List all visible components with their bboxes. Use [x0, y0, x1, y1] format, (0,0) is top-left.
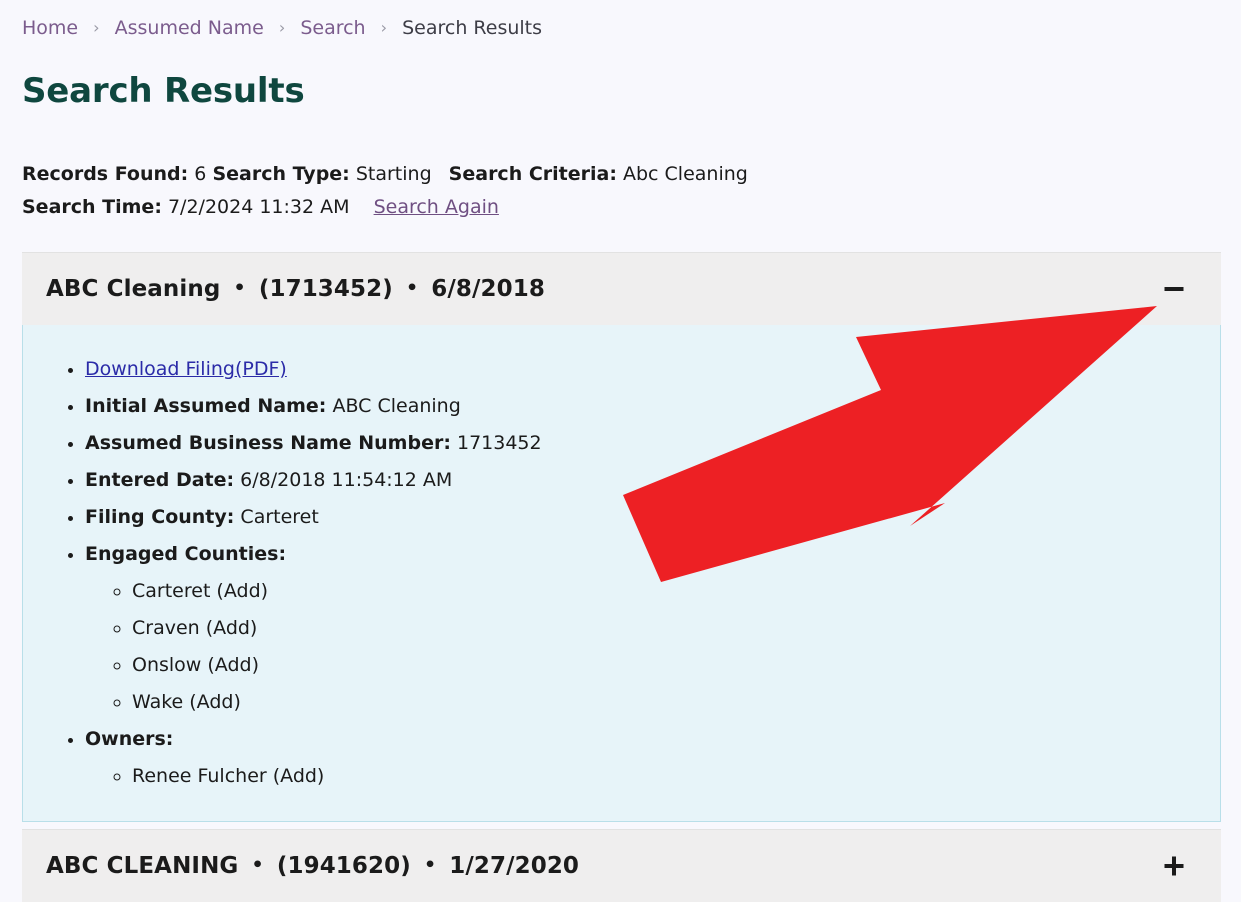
breadcrumb-item-home[interactable]: Home: [22, 17, 78, 39]
owners-list: Renee Fulcher (Add): [85, 758, 1200, 795]
result-date: 1/27/2020: [449, 853, 580, 879]
breadcrumb-item-assumed-name[interactable]: Assumed Name: [115, 17, 264, 39]
engaged-county-item[interactable]: Onslow (Add): [132, 647, 1200, 684]
search-criteria-value: Abc Cleaning: [622, 163, 748, 185]
breadcrumb: Home › Assumed Name › Search › Search Re…: [22, 15, 542, 42]
assumed-business-name-number-value: 1713452: [456, 432, 542, 454]
result-title-bullet: •: [405, 277, 419, 299]
result-date: 6/8/2018: [431, 276, 545, 302]
filing-county-value: Carteret: [240, 506, 319, 528]
detail-entered-date: Entered Date: 6/8/2018 11:54:12 AM: [85, 462, 1200, 499]
search-criteria-label: Search Criteria:: [448, 163, 617, 185]
detail-engaged-counties: Engaged Counties: Carteret (Add) Craven …: [85, 536, 1200, 721]
entered-date-value: 6/8/2018 11:54:12 AM: [240, 469, 453, 491]
result-name: ABC Cleaning: [46, 276, 221, 302]
engaged-county-item[interactable]: Craven (Add): [132, 610, 1200, 647]
search-summary-line-1: Records Found: 6 Search Type: Starting S…: [22, 158, 748, 191]
owner-item[interactable]: Renee Fulcher (Add): [132, 758, 1200, 795]
search-summary: Records Found: 6 Search Type: Starting S…: [22, 158, 748, 224]
result-item: ABC Cleaning • (1713452) • 6/8/2018 Down…: [22, 252, 1221, 822]
initial-assumed-name-label: Initial Assumed Name:: [85, 395, 327, 417]
filing-county-label: Filing County:: [85, 506, 235, 528]
search-again-link[interactable]: Search Again: [374, 196, 499, 218]
breadcrumb-item-search[interactable]: Search: [300, 17, 365, 39]
detail-download-filing: Download Filing(PDF): [85, 351, 1200, 388]
search-type-label: Search Type:: [212, 163, 350, 185]
search-results-accordion: ABC Cleaning • (1713452) • 6/8/2018 Down…: [22, 252, 1221, 902]
minus-icon[interactable]: [1157, 272, 1191, 306]
entered-date-label: Entered Date:: [85, 469, 235, 491]
breadcrumb-item-search-results: Search Results: [402, 17, 543, 39]
result-header-abc-cleaning-1713452[interactable]: ABC Cleaning • (1713452) • 6/8/2018: [22, 252, 1221, 325]
search-type-value: Starting: [355, 163, 432, 185]
result-details-panel: Download Filing(PDF) Initial Assumed Nam…: [22, 325, 1221, 822]
engaged-county-item[interactable]: Carteret (Add): [132, 573, 1200, 610]
engaged-county-item[interactable]: Wake (Add): [132, 684, 1200, 721]
breadcrumb-separator-icon: ›: [380, 18, 388, 37]
result-header-title: ABC Cleaning • (1713452) • 6/8/2018: [46, 276, 545, 302]
detail-owners: Owners: Renee Fulcher (Add): [85, 721, 1200, 795]
plus-icon[interactable]: [1157, 849, 1191, 883]
result-number: (1713452): [258, 276, 393, 302]
records-found-value: 6: [194, 163, 207, 185]
download-filing-pdf-link[interactable]: Download Filing(PDF): [85, 358, 287, 380]
assumed-business-name-number-label: Assumed Business Name Number:: [85, 432, 451, 454]
page-title: Search Results: [22, 71, 305, 111]
initial-assumed-name-value: ABC Cleaning: [332, 395, 461, 417]
search-time-value: 7/2/2024 11:32 AM: [167, 196, 350, 218]
records-found-label: Records Found:: [22, 163, 189, 185]
detail-initial-assumed-name: Initial Assumed Name: ABC Cleaning: [85, 388, 1200, 425]
result-header-abc-cleaning-1941620[interactable]: ABC CLEANING • (1941620) • 1/27/2020: [22, 829, 1221, 902]
search-summary-line-2: Search Time: 7/2/2024 11:32 AM Search Ag…: [22, 191, 748, 224]
result-name: ABC CLEANING: [46, 853, 239, 879]
result-header-title: ABC CLEANING • (1941620) • 1/27/2020: [46, 853, 579, 879]
result-item: ABC CLEANING • (1941620) • 1/27/2020: [22, 829, 1221, 902]
result-title-bullet: •: [233, 277, 246, 299]
result-title-bullet: •: [251, 854, 264, 876]
search-time-label: Search Time:: [22, 196, 162, 218]
result-detail-list: Download Filing(PDF) Initial Assumed Nam…: [23, 351, 1200, 795]
detail-assumed-business-name-number: Assumed Business Name Number: 1713452: [85, 425, 1200, 462]
breadcrumb-separator-icon: ›: [278, 18, 286, 37]
detail-filing-county: Filing County: Carteret: [85, 499, 1200, 536]
engaged-counties-list: Carteret (Add) Craven (Add) Onslow (Add)…: [85, 573, 1200, 721]
result-number: (1941620): [276, 853, 411, 879]
result-title-bullet: •: [423, 854, 437, 876]
engaged-counties-label: Engaged Counties:: [85, 543, 287, 565]
owners-label: Owners:: [85, 728, 174, 750]
breadcrumb-separator-icon: ›: [93, 18, 100, 37]
